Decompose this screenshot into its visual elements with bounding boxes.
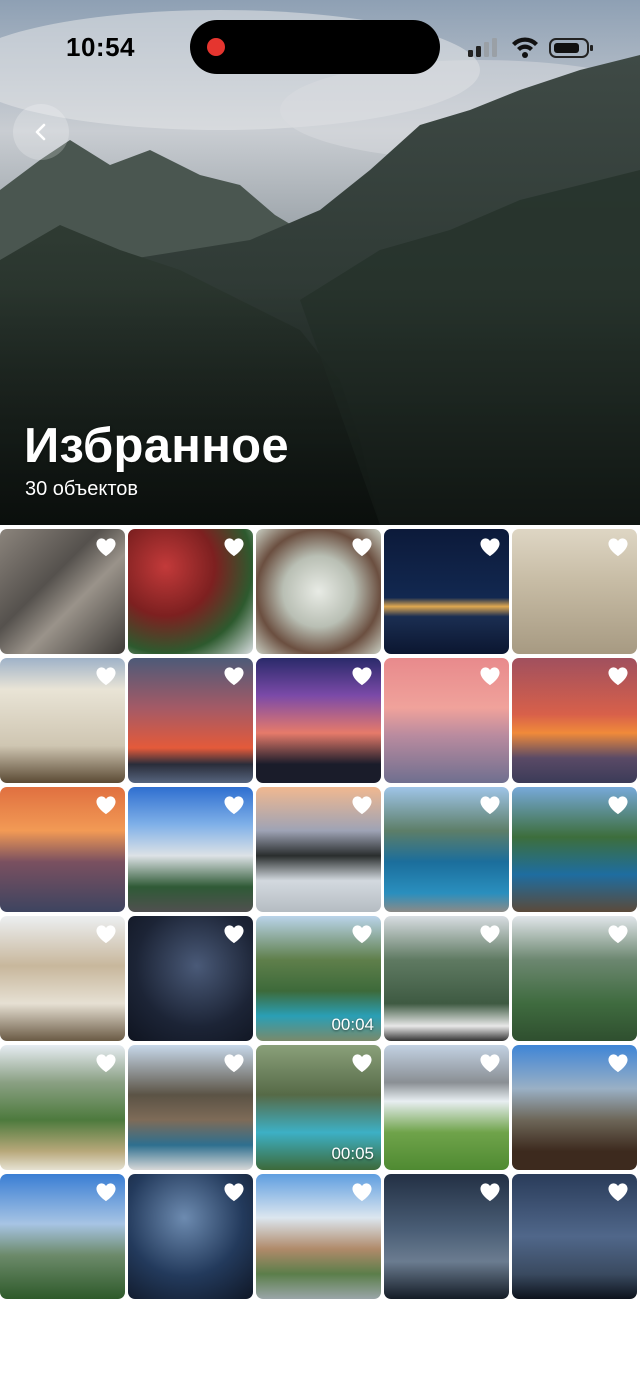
heart-icon[interactable] bbox=[95, 666, 117, 686]
photo-thumbnail[interactable] bbox=[128, 529, 253, 654]
photo-thumbnail[interactable] bbox=[256, 1174, 381, 1299]
photo-thumbnail[interactable] bbox=[512, 529, 637, 654]
photo-thumbnail[interactable] bbox=[0, 1045, 125, 1170]
photo-thumbnail[interactable] bbox=[128, 1045, 253, 1170]
photo-thumbnail[interactable] bbox=[512, 1045, 637, 1170]
album-item-count: 30 объектов bbox=[25, 478, 138, 500]
photo-thumbnail[interactable] bbox=[128, 658, 253, 783]
heart-icon[interactable] bbox=[223, 795, 245, 815]
photo-thumbnail[interactable] bbox=[512, 787, 637, 912]
recording-indicator-icon bbox=[207, 38, 225, 56]
heart-icon[interactable] bbox=[95, 1182, 117, 1202]
photo-thumbnail[interactable] bbox=[512, 916, 637, 1041]
photo-thumbnail[interactable] bbox=[384, 1174, 509, 1299]
heart-icon[interactable] bbox=[351, 795, 373, 815]
photo-thumbnail[interactable] bbox=[384, 658, 509, 783]
photo-thumbnail[interactable]: 00:05 bbox=[256, 1045, 381, 1170]
photo-grid: 00:04 00:05 bbox=[0, 529, 640, 1299]
photo-thumbnail[interactable]: 00:04 bbox=[256, 916, 381, 1041]
heart-icon[interactable] bbox=[223, 537, 245, 557]
heart-icon[interactable] bbox=[607, 1053, 629, 1073]
heart-icon[interactable] bbox=[351, 1053, 373, 1073]
heart-icon[interactable] bbox=[479, 924, 501, 944]
heart-icon[interactable] bbox=[223, 1182, 245, 1202]
heart-icon[interactable] bbox=[95, 795, 117, 815]
heart-icon[interactable] bbox=[223, 1053, 245, 1073]
heart-icon[interactable] bbox=[479, 666, 501, 686]
heart-icon[interactable] bbox=[607, 666, 629, 686]
photo-thumbnail[interactable] bbox=[256, 529, 381, 654]
photo-thumbnail[interactable] bbox=[256, 787, 381, 912]
heart-icon[interactable] bbox=[351, 537, 373, 557]
heart-icon[interactable] bbox=[351, 1182, 373, 1202]
heart-icon[interactable] bbox=[479, 537, 501, 557]
photo-thumbnail[interactable] bbox=[384, 787, 509, 912]
photo-thumbnail[interactable] bbox=[0, 529, 125, 654]
heart-icon[interactable] bbox=[479, 1182, 501, 1202]
photo-thumbnail[interactable] bbox=[128, 1174, 253, 1299]
heart-icon[interactable] bbox=[223, 924, 245, 944]
heart-icon[interactable] bbox=[95, 537, 117, 557]
photo-thumbnail[interactable] bbox=[512, 658, 637, 783]
wifi-icon bbox=[512, 37, 538, 58]
photo-thumbnail[interactable] bbox=[384, 916, 509, 1041]
dynamic-island bbox=[190, 20, 440, 74]
album-title: Избранное bbox=[24, 419, 289, 473]
heart-icon[interactable] bbox=[351, 666, 373, 686]
heart-icon[interactable] bbox=[95, 1053, 117, 1073]
video-duration: 00:05 bbox=[331, 1144, 374, 1163]
photo-thumbnail[interactable] bbox=[384, 1045, 509, 1170]
photo-thumbnail[interactable] bbox=[384, 529, 509, 654]
photo-thumbnail[interactable] bbox=[0, 916, 125, 1041]
photo-thumbnail[interactable] bbox=[0, 658, 125, 783]
heart-icon[interactable] bbox=[351, 924, 373, 944]
heart-icon[interactable] bbox=[479, 1053, 501, 1073]
photo-thumbnail[interactable] bbox=[128, 787, 253, 912]
back-button[interactable] bbox=[13, 104, 69, 160]
heart-icon[interactable] bbox=[607, 537, 629, 557]
status-icons bbox=[468, 37, 593, 58]
heart-icon[interactable] bbox=[607, 795, 629, 815]
photo-thumbnail[interactable] bbox=[0, 787, 125, 912]
photo-thumbnail[interactable] bbox=[128, 916, 253, 1041]
heart-icon[interactable] bbox=[223, 666, 245, 686]
photo-thumbnail[interactable] bbox=[256, 658, 381, 783]
heart-icon[interactable] bbox=[607, 924, 629, 944]
photo-thumbnail[interactable] bbox=[512, 1174, 637, 1299]
status-time: 10:54 bbox=[66, 32, 135, 62]
heart-icon[interactable] bbox=[95, 924, 117, 944]
photo-thumbnail[interactable] bbox=[0, 1174, 125, 1299]
heart-icon[interactable] bbox=[479, 795, 501, 815]
cellular-signal-icon bbox=[468, 38, 497, 57]
chevron-left-icon bbox=[35, 123, 46, 141]
battery-icon bbox=[549, 38, 593, 58]
heart-icon[interactable] bbox=[607, 1182, 629, 1202]
video-duration: 00:04 bbox=[331, 1015, 374, 1034]
